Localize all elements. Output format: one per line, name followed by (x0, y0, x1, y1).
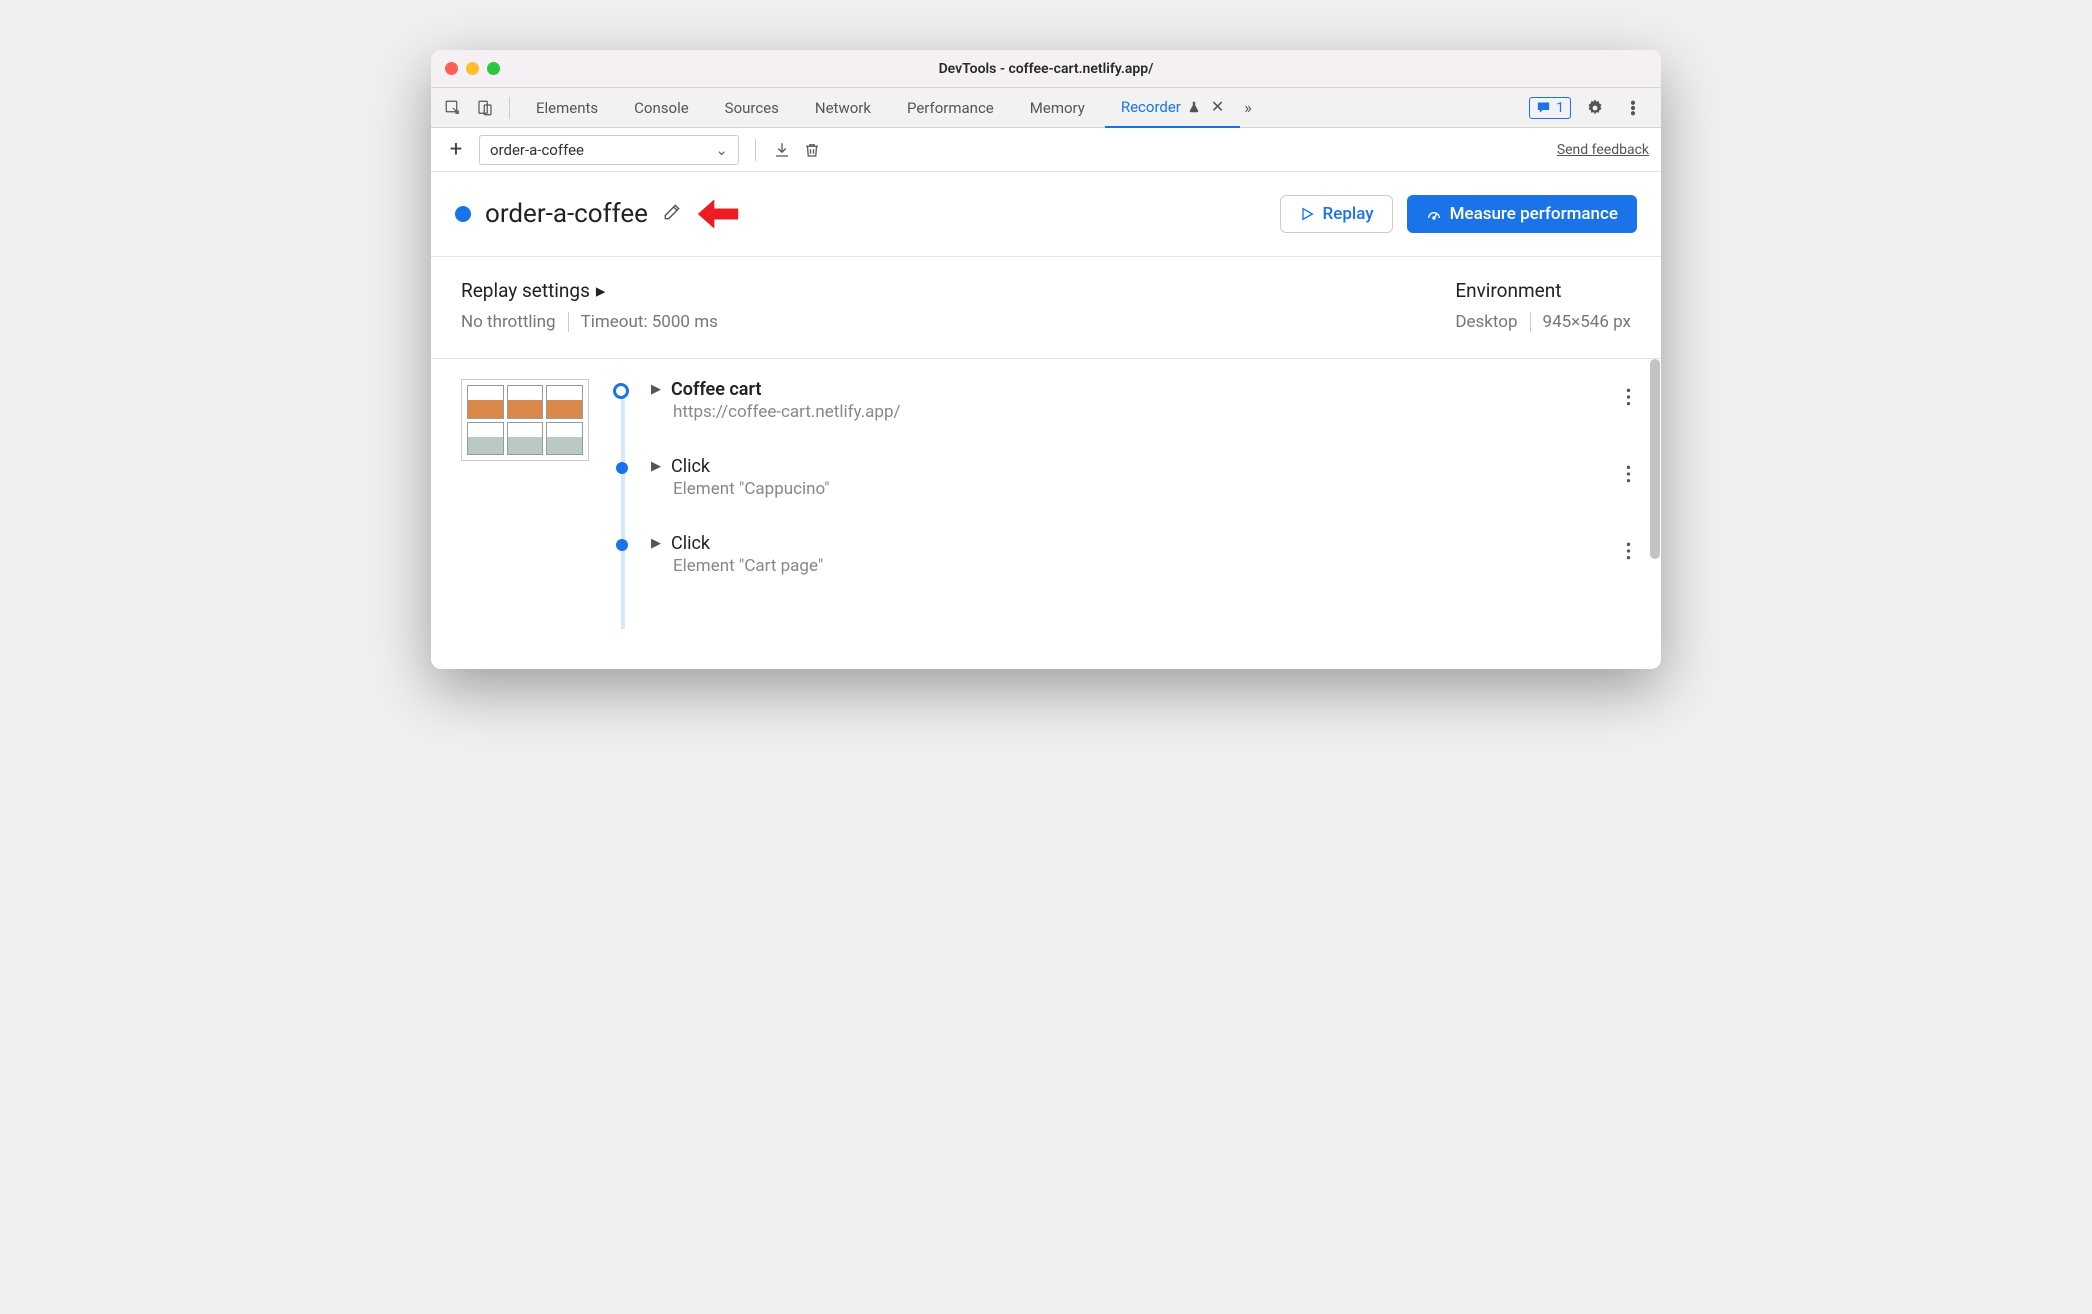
step-subtitle: https://coffee-cart.netlify.app/ (673, 402, 1631, 422)
settings-icon[interactable] (1581, 94, 1609, 122)
message-icon (1536, 100, 1551, 115)
divider (509, 97, 510, 119)
issues-badge[interactable]: 1 (1529, 97, 1571, 119)
caret-right-icon: ▶ (651, 536, 661, 551)
step-title: Click (671, 456, 710, 477)
recording-selector-label: order-a-coffee (490, 141, 584, 159)
close-window[interactable] (445, 62, 458, 75)
right-tools: 1 (1529, 94, 1653, 122)
recording-selector[interactable]: order-a-coffee ⌄ (479, 135, 739, 165)
recording-title: order-a-coffee (485, 199, 648, 229)
replay-settings-toggle[interactable]: Replay settings ▸ (461, 279, 718, 302)
viewport-value: 945×546 px (1543, 312, 1631, 332)
caret-right-icon: ▶ (651, 459, 661, 474)
settings-row: Replay settings ▸ No throttling Timeout:… (431, 257, 1661, 359)
recorder-toolbar: + order-a-coffee ⌄ Send feedback (431, 128, 1661, 172)
step-subtitle: Element "Cart page" (673, 556, 1631, 576)
caret-right-icon: ▸ (596, 279, 606, 302)
tab-network[interactable]: Network (799, 88, 887, 128)
step-more-icon[interactable] (1626, 541, 1631, 565)
measure-performance-button[interactable]: Measure performance (1407, 195, 1637, 233)
step-title: Click (671, 533, 710, 554)
environment-label: Environment (1455, 279, 1561, 302)
timeline-line (621, 387, 625, 629)
replay-settings-label: Replay settings (461, 279, 590, 302)
step-item[interactable]: ▶ ClickElement "Cappucino" (651, 456, 1631, 533)
devtools-window: DevTools - coffee-cart.netlify.app/ Elem… (431, 50, 1661, 669)
inspect-icon[interactable] (439, 94, 467, 122)
play-icon (1299, 206, 1315, 222)
recording-status-dot (455, 206, 471, 222)
window-titlebar: DevTools - coffee-cart.netlify.app/ (431, 50, 1661, 88)
minimize-window[interactable] (466, 62, 479, 75)
devtools-tabbar: Elements Console Sources Network Perform… (431, 88, 1661, 128)
step-item[interactable]: ▶ Coffee carthttps://coffee-cart.netlify.… (651, 379, 1631, 456)
flask-icon (1187, 100, 1201, 114)
zoom-window[interactable] (487, 62, 500, 75)
more-icon[interactable] (1619, 94, 1647, 122)
step-node (613, 383, 629, 399)
throttling-value: No throttling (461, 312, 556, 332)
step-item[interactable]: ▶ ClickElement "Cart page" (651, 533, 1631, 610)
step-node (616, 462, 628, 474)
delete-icon[interactable] (802, 140, 822, 160)
gauge-icon (1426, 206, 1442, 222)
window-title: DevTools - coffee-cart.netlify.app/ (431, 61, 1661, 77)
steps-timeline: ▶ Coffee carthttps://coffee-cart.netlify.… (611, 379, 1631, 629)
replay-button[interactable]: Replay (1280, 195, 1393, 233)
measure-label: Measure performance (1450, 204, 1618, 224)
step-more-icon[interactable] (1626, 464, 1631, 488)
tab-sources[interactable]: Sources (709, 88, 795, 128)
traffic-lights (445, 62, 500, 75)
annotation-arrow-icon (696, 194, 740, 234)
send-feedback-link[interactable]: Send feedback (1557, 142, 1649, 158)
chevron-down-icon: ⌄ (715, 141, 728, 159)
divider (1530, 312, 1531, 332)
step-more-icon[interactable] (1626, 387, 1631, 411)
edit-title-button[interactable] (662, 202, 682, 226)
step-title: Coffee cart (671, 379, 761, 400)
tab-performance[interactable]: Performance (891, 88, 1010, 128)
close-icon[interactable]: ✕ (1211, 97, 1224, 116)
scrollbar-thumb[interactable] (1650, 359, 1660, 559)
tab-elements[interactable]: Elements (520, 88, 614, 128)
tab-console[interactable]: Console (618, 88, 705, 128)
divider (568, 312, 569, 332)
step-node (616, 539, 628, 551)
device-value: Desktop (1455, 312, 1517, 332)
tab-recorder[interactable]: Recorder ✕ (1105, 88, 1240, 128)
tab-recorder-label: Recorder (1121, 98, 1181, 116)
steps-area: ▶ Coffee carthttps://coffee-cart.netlify.… (431, 359, 1661, 669)
caret-right-icon: ▶ (651, 382, 661, 397)
device-toggle-icon[interactable] (471, 94, 499, 122)
tabs-overflow-icon[interactable]: » (1244, 98, 1252, 117)
step-thumbnail (461, 379, 589, 461)
divider (755, 139, 756, 161)
export-icon[interactable] (772, 140, 792, 160)
replay-label: Replay (1323, 204, 1374, 224)
new-recording-button[interactable]: + (443, 137, 469, 162)
issues-count: 1 (1556, 100, 1564, 116)
tab-memory[interactable]: Memory (1014, 88, 1101, 128)
recording-header: order-a-coffee Replay Measure performanc… (431, 172, 1661, 257)
timeout-value: Timeout: 5000 ms (581, 312, 718, 332)
step-subtitle: Element "Cappucino" (673, 479, 1631, 499)
